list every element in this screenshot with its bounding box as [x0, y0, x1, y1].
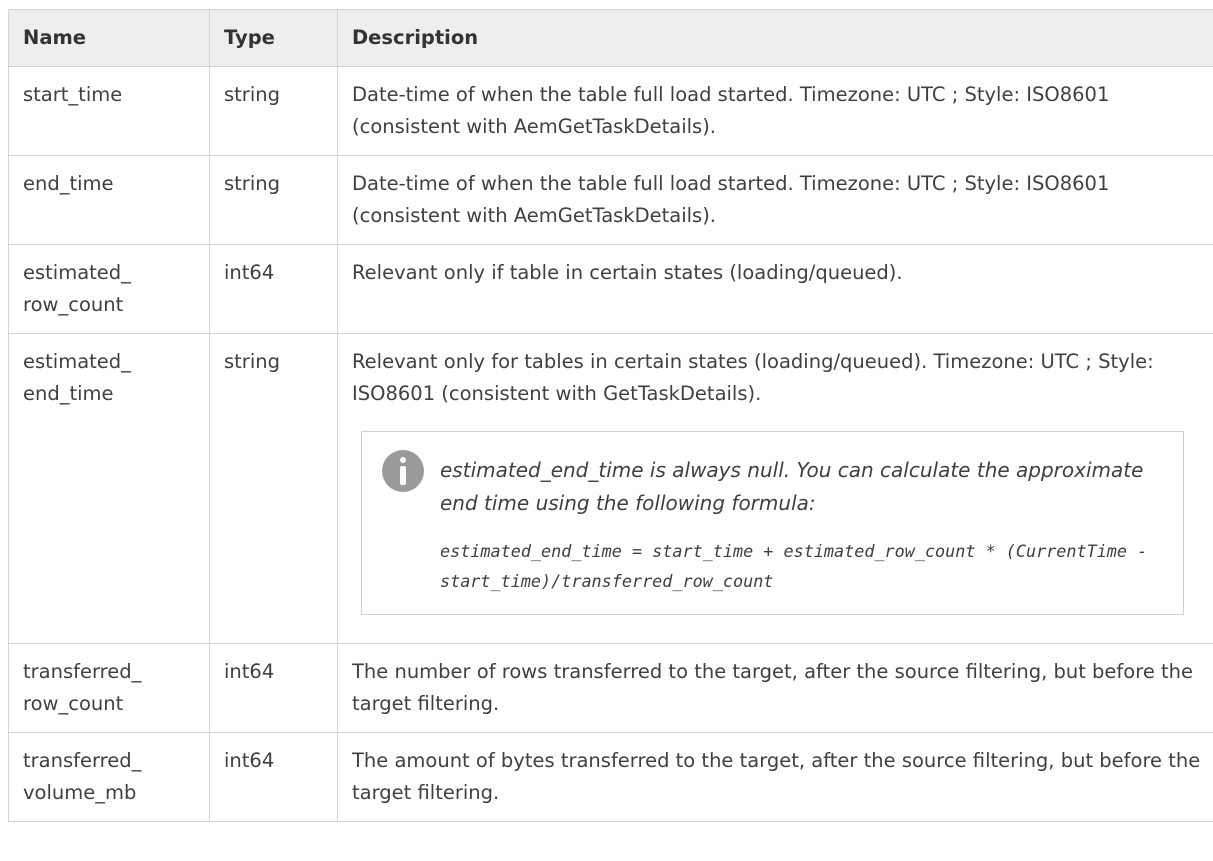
row-description: Relevant only for tables in certain stat…: [337, 333, 1213, 644]
row-name: end_time: [8, 155, 210, 245]
table-header-row: Name Type Description: [8, 9, 1213, 67]
row-description: The amount of bytes transferred to the t…: [337, 732, 1213, 822]
column-header-description: Description: [337, 9, 1213, 67]
row-type: int64: [209, 732, 338, 822]
row-type: int64: [209, 244, 338, 334]
row-description: Date-time of when the table full load st…: [337, 66, 1213, 156]
table-row: end_time string Date-time of when the ta…: [8, 155, 1213, 245]
row-type: string: [209, 66, 338, 156]
table-row: estimated_ end_time string Relevant only…: [8, 333, 1213, 644]
row-type: int64: [209, 643, 338, 733]
row-name-text: estimated_ end_time: [23, 350, 131, 405]
column-header-type: Type: [209, 9, 338, 67]
row-name: estimated_ end_time: [8, 333, 210, 644]
row-description: Relevant only if table in certain states…: [337, 244, 1213, 334]
note-formula: estimated_end_time = start_time + estima…: [440, 541, 1158, 591]
info-icon-dot: [400, 457, 406, 463]
row-name-text: transferred_ volume_mb: [23, 749, 142, 804]
row-type: string: [209, 155, 338, 245]
note-text: estimated_end_time is always null. You c…: [440, 458, 1144, 515]
row-name-text: estimated_ row_count: [23, 261, 131, 316]
note-box: estimated_end_time is always null. You c…: [361, 431, 1184, 615]
row-name-text: transferred_ row_count: [23, 660, 142, 715]
note-body: estimated_end_time is always null. You c…: [440, 450, 1163, 596]
row-description-text: Relevant only for tables in certain stat…: [352, 350, 1154, 405]
row-name: transferred_ row_count: [8, 643, 210, 733]
row-name: start_time: [8, 66, 210, 156]
table-row: start_time string Date-time of when the …: [8, 66, 1213, 156]
table-row: transferred_ volume_mb int64 The amount …: [8, 732, 1213, 822]
row-type: string: [209, 333, 338, 644]
row-name-text: end_time: [23, 172, 114, 195]
info-icon: [382, 450, 424, 492]
table-row: estimated_ row_count int64 Relevant only…: [8, 244, 1213, 334]
row-description: Date-time of when the table full load st…: [337, 155, 1213, 245]
info-icon-bar: [400, 466, 406, 485]
row-name: estimated_ row_count: [8, 244, 210, 334]
column-header-name: Name: [8, 9, 210, 67]
parameters-table: Name Type Description start_time string …: [8, 9, 1213, 822]
row-name: transferred_ volume_mb: [8, 732, 210, 822]
table-row: transferred_ row_count int64 The number …: [8, 643, 1213, 733]
row-name-text: start_time: [23, 83, 123, 106]
row-description: The number of rows transferred to the ta…: [337, 643, 1213, 733]
